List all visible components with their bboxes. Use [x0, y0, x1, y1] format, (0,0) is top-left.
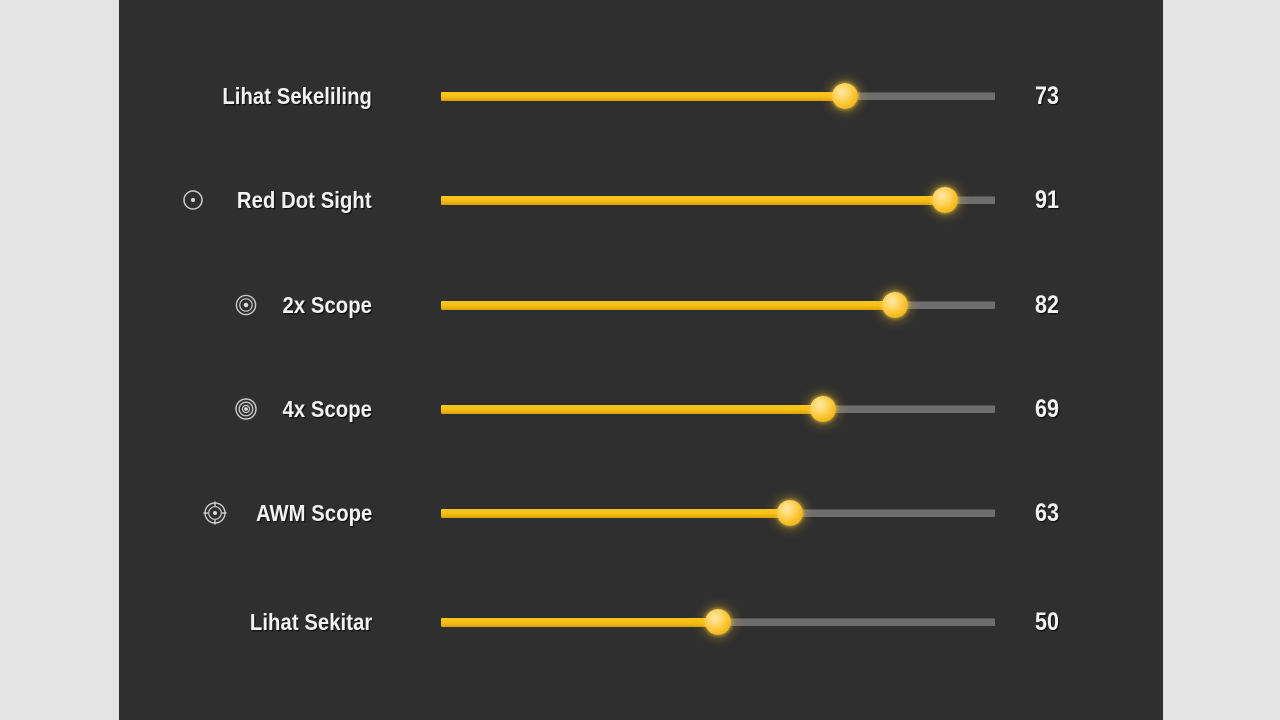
- sensitivity-label: 2x Scope: [282, 291, 372, 318]
- sensitivity-label: Lihat Sekeliling: [222, 82, 372, 109]
- slider-fill: [441, 91, 846, 101]
- sensitivity-slider[interactable]: [441, 600, 995, 644]
- slider-fill: [441, 617, 718, 627]
- sensitivity-value: 73: [1035, 81, 1059, 110]
- slider-thumb[interactable]: [777, 500, 804, 526]
- screen-root: Lihat Sekeliling 73 Red Dot Sight 91 2x Scop…: [0, 0, 1280, 720]
- sensitivity-row: Red Dot Sight 91: [119, 178, 1163, 222]
- sensitivity-slider[interactable]: [441, 387, 995, 431]
- slider-fill: [441, 195, 946, 205]
- sensitivity-slider[interactable]: [441, 178, 995, 222]
- slider-thumb[interactable]: [810, 396, 837, 422]
- 4x-scope-icon: [235, 398, 257, 420]
- sensitivity-slider[interactable]: [441, 283, 995, 327]
- sensitivity-label-group: 4x Scope: [119, 387, 372, 431]
- sensitivity-slider[interactable]: [441, 74, 995, 118]
- sensitivity-row: Lihat Sekeliling 73: [119, 74, 1163, 118]
- sensitivity-slider[interactable]: [441, 491, 995, 535]
- sensitivity-value: 82: [1035, 290, 1059, 319]
- sensitivity-value: 69: [1035, 394, 1059, 423]
- slider-thumb[interactable]: [705, 609, 731, 635]
- slider-fill: [441, 404, 824, 414]
- awm-scope-icon: [203, 501, 227, 525]
- sensitivity-row: 2x Scope 82: [119, 283, 1163, 327]
- sensitivity-label-group: 2x Scope: [119, 283, 372, 327]
- sensitivity-label: Lihat Sekitar: [249, 608, 372, 635]
- sensitivity-settings-panel: Lihat Sekeliling 73 Red Dot Sight 91 2x Scop…: [119, 0, 1163, 720]
- sensitivity-value: 50: [1035, 607, 1059, 636]
- sensitivity-label: Red Dot Sight: [237, 186, 372, 213]
- sensitivity-row: 4x Scope 69: [119, 387, 1163, 431]
- sensitivity-label-group: AWM Scope: [119, 491, 372, 535]
- sensitivity-label-group: Lihat Sekitar: [119, 600, 372, 644]
- sensitivity-value: 63: [1035, 498, 1059, 527]
- sensitivity-label: 4x Scope: [282, 395, 372, 422]
- slider-thumb[interactable]: [882, 292, 909, 318]
- slider-fill: [441, 300, 896, 310]
- sensitivity-row: AWM Scope 63: [119, 491, 1163, 535]
- slider-fill: [441, 508, 791, 518]
- red-dot-sight-icon: [183, 190, 204, 210]
- sensitivity-slider-list: Lihat Sekeliling 73 Red Dot Sight 91 2x Scop…: [119, 0, 1163, 720]
- slider-thumb[interactable]: [832, 83, 859, 109]
- sensitivity-label-group: Red Dot Sight: [119, 178, 372, 222]
- sensitivity-label: AWM Scope: [255, 499, 372, 526]
- 2x-scope-icon: [235, 294, 257, 316]
- sensitivity-row: Lihat Sekitar 50: [119, 600, 1163, 644]
- sensitivity-value: 91: [1035, 185, 1059, 214]
- slider-thumb[interactable]: [932, 187, 959, 213]
- sensitivity-label-group: Lihat Sekeliling: [119, 74, 372, 118]
